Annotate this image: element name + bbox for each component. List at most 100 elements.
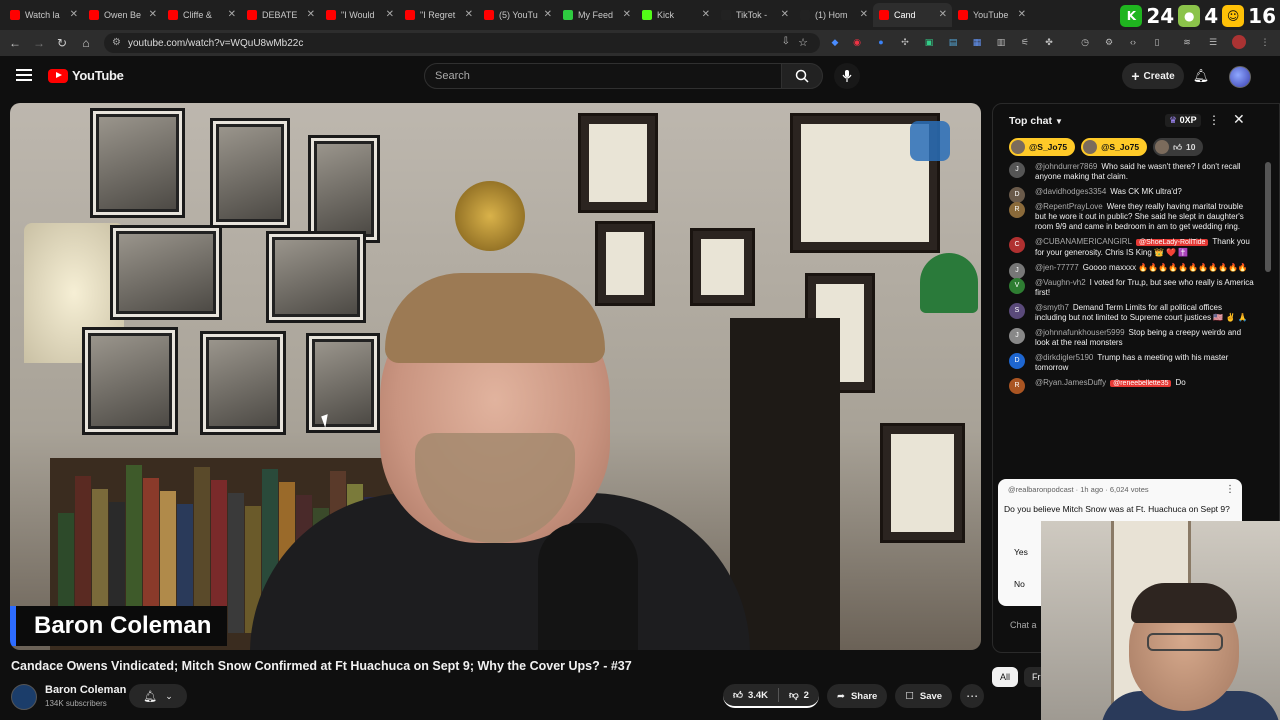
extension-shield-icon[interactable]: ◆ (828, 35, 842, 49)
chat-author[interactable]: @Ryan.JamesDuffy (1035, 378, 1106, 387)
notifications-bell-icon[interactable]: 🔔︎ (1192, 68, 1210, 86)
browser-tab[interactable]: Owen Be ✕ (83, 3, 162, 27)
chat-message[interactable]: D @dirkdigler5190 Trump has a meeting with… (1005, 353, 1255, 373)
close-chat-icon[interactable]: ✕ (1233, 111, 1245, 128)
extension-screen-icon[interactable]: ▤ (946, 35, 960, 49)
browser-menu-icon[interactable]: ⋮ (1258, 35, 1272, 49)
browser-tab[interactable]: "I Would ✕ (320, 3, 399, 27)
chat-scrollbar[interactable] (1265, 162, 1271, 272)
browser-tab[interactable]: "I Regret ✕ (399, 3, 478, 27)
voice-search-button[interactable] (834, 63, 860, 89)
browser-tab[interactable]: Kick ✕ (636, 3, 715, 27)
extension-blue-dot-icon[interactable]: ● (874, 35, 888, 49)
hamburger-menu-icon[interactable] (16, 69, 32, 81)
browser-tab[interactable]: My Feed ✕ (557, 3, 636, 27)
tab-close-icon[interactable]: ✕ (386, 9, 394, 20)
forward-arrow-icon[interactable]: → (27, 31, 51, 55)
site-info-icon[interactable]: ⚙ (112, 37, 121, 48)
tab-close-icon[interactable]: ✕ (1018, 9, 1026, 20)
extension-sliders-icon[interactable]: ⚟ (1018, 35, 1032, 49)
subscribed-notification-button[interactable]: 🔔︎ ⌄ (129, 684, 187, 708)
tab-close-icon[interactable]: ✕ (939, 9, 947, 20)
chat-author[interactable]: @Vaughn-vh2 (1035, 278, 1086, 287)
chat-author[interactable]: @johndurrer7869 (1035, 162, 1097, 171)
tab-close-icon[interactable]: ✕ (623, 9, 631, 20)
tab-close-icon[interactable]: ✕ (465, 9, 473, 20)
chat-author[interactable]: @CUBANAMERICANGIRL (1035, 237, 1132, 246)
menu-list-icon[interactable]: ☰ (1206, 35, 1220, 49)
tab-close-icon[interactable]: ✕ (149, 9, 157, 20)
profile-icon[interactable] (1232, 35, 1246, 49)
browser-tab[interactable]: DEBATE ✕ (241, 3, 320, 27)
browser-tab[interactable]: (1) Hom ✕ (794, 3, 873, 27)
like-button[interactable]: 👍︎ 3.4K (723, 684, 778, 706)
tab-close-icon[interactable]: ✕ (781, 9, 789, 20)
chat-message[interactable]: J @jen-77777 Goooo maxxxx 🔥🔥🔥🔥🔥🔥🔥🔥🔥🔥🔥 (1005, 263, 1255, 279)
browser-tab[interactable]: Watch la ✕ (4, 3, 83, 27)
tab-close-icon[interactable]: ✕ (702, 9, 710, 20)
extension-green-icon[interactable]: ▣ (922, 35, 936, 49)
install-icon[interactable]: ⇩ (782, 36, 790, 47)
wifi-icon[interactable]: ≋ (1180, 35, 1194, 49)
browser-tab[interactable]: (5) YouTu ✕ (478, 3, 557, 27)
xp-badge[interactable]: ♛ 0XP (1165, 114, 1201, 127)
channel-avatar[interactable] (11, 684, 37, 710)
chat-message[interactable]: C @CUBANAMERICANGIRL @ShoeLady-RollTide Tha… (1005, 237, 1255, 258)
extension-window-icon[interactable]: ▦ (970, 35, 984, 49)
youtube-logo[interactable]: YouTube (48, 68, 124, 83)
extension-red-icon[interactable]: ◉ (850, 35, 864, 49)
chat-message[interactable]: R @Ryan.JamesDuffy @reneebellette35 Do (1005, 378, 1255, 394)
tab-close-icon[interactable]: ✕ (860, 9, 868, 20)
chat-author[interactable]: @davidhodges3354 (1035, 187, 1106, 196)
browser-tab[interactable]: TikTok - ✕ (715, 3, 794, 27)
search-input[interactable]: Search (424, 63, 782, 89)
tab-close-icon[interactable]: ✕ (544, 9, 552, 20)
chat-author[interactable]: @johnnafunkhouser5999 (1035, 328, 1125, 337)
chat-author[interactable]: @jen-77777 (1035, 263, 1079, 272)
poll-option-no[interactable]: No (1004, 574, 1040, 594)
tab-close-icon[interactable]: ✕ (70, 9, 78, 20)
chat-message[interactable]: V @Vaughn-vh2 I voted for Tru,p, but see w… (1005, 278, 1255, 298)
home-icon[interactable]: ⌂ (74, 31, 98, 55)
chat-message[interactable]: J @johnnafunkhouser5999 Stop being a creep… (1005, 328, 1255, 348)
chat-message[interactable]: D @davidhodges3354 Was CK MK ultra'd? (1005, 187, 1255, 203)
poll-more-icon[interactable]: ⋮ (1225, 484, 1235, 495)
chat-author[interactable]: @RepentPrayLove (1035, 202, 1103, 211)
chat-input[interactable]: Chat a (1010, 620, 1037, 630)
extension-grid-icon[interactable]: ▥ (994, 35, 1008, 49)
account-avatar[interactable] (1229, 66, 1251, 88)
chat-message[interactable]: R @RepentPrayLove Were they really having … (1005, 202, 1255, 232)
poll-option-yes[interactable]: Yes (1004, 542, 1040, 562)
super-chat-ticker[interactable]: @S_Jo75 (1081, 138, 1148, 156)
history-icon[interactable]: ◷ (1078, 35, 1092, 49)
reload-icon[interactable]: ↻ (50, 31, 74, 55)
chat-message[interactable]: S @smyth7 Demand Term Limits for all polit… (1005, 303, 1255, 323)
chat-author[interactable]: @dirkdigler5190 (1035, 353, 1093, 362)
create-button[interactable]: + Create (1122, 63, 1184, 89)
back-arrow-icon[interactable]: ← (3, 31, 27, 55)
browser-tab[interactable]: Cand ✕ (873, 3, 952, 27)
address-bar[interactable]: ⚙ youtube.com/watch?v=WQuU8wMb22c ⇩ ☆ (104, 33, 820, 53)
bookmark-star-icon[interactable]: ☆ (798, 36, 808, 49)
channel-name[interactable]: Baron Coleman (45, 684, 126, 696)
sidepanel-icon[interactable]: ▯ (1150, 35, 1164, 49)
chip-all[interactable]: All (992, 667, 1019, 687)
dislike-button[interactable]: 👎︎ 2 (779, 684, 819, 706)
browser-tab[interactable]: YouTube ✕ (952, 3, 1031, 27)
tab-close-icon[interactable]: ✕ (307, 9, 315, 20)
more-actions-icon[interactable]: ⋯ (960, 684, 985, 708)
chat-author[interactable]: @smyth7 (1035, 303, 1069, 312)
search-button[interactable] (781, 63, 823, 89)
extensions-puzzle-icon[interactable]: ✤ (1042, 35, 1056, 49)
super-chat-ticker[interactable]: @S_Jo75 (1009, 138, 1076, 156)
devtools-icon[interactable]: ‹› (1126, 35, 1140, 49)
video-player[interactable]: Baron Coleman (10, 103, 981, 650)
super-chat-ticker[interactable]: 👍︎ 10 (1153, 138, 1204, 156)
share-button[interactable]: ➦ Share (826, 684, 888, 708)
browser-tab[interactable]: Cliffe & ✕ (162, 3, 241, 27)
tab-close-icon[interactable]: ✕ (228, 9, 236, 20)
chat-message[interactable]: J @johndurrer7869 Who said he wasn't there… (1005, 162, 1255, 182)
chat-more-icon[interactable]: ⋮ (1208, 113, 1220, 127)
settings-gear-icon[interactable]: ⚙ (1102, 35, 1116, 49)
save-button[interactable]: ☐ Save (895, 684, 953, 708)
